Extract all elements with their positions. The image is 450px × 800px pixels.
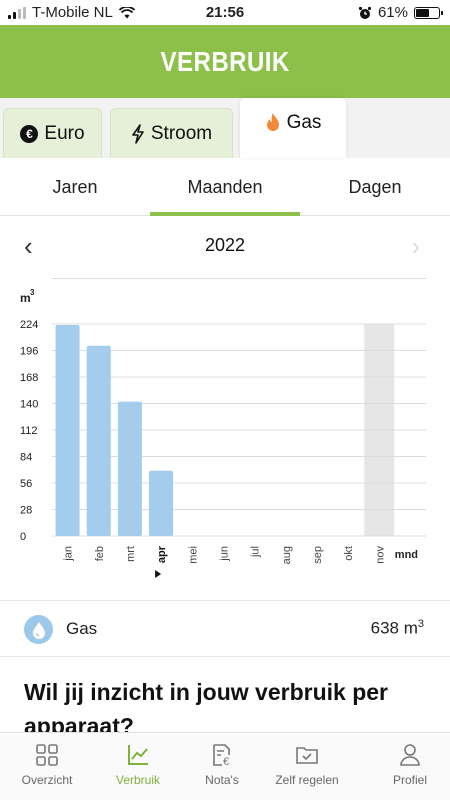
x-tick-label: nov [374, 546, 386, 564]
divider [52, 278, 426, 279]
summary-label: Gas [66, 619, 98, 638]
gas-usage-chart: 0 28 56 84 112 140 168 196 224 m 3 jan feb mrt apr mei j… [0, 280, 450, 580]
tab-jaren[interactable]: Jaren [0, 158, 150, 216]
y-tick-label: 84 [20, 452, 32, 464]
nav-overzicht[interactable]: Overzicht [2, 733, 92, 800]
euro-icon: € [20, 124, 39, 143]
svg-text:€: € [223, 756, 229, 767]
bar-apr[interactable] [149, 470, 174, 536]
summary-value: 638 m3 [370, 618, 424, 638]
x-tick-label: mrt [125, 546, 137, 562]
bar-chart: 0285684112140168196224m 3jan feb mrt apr mei j… [20, 288, 426, 578]
battery-icon [414, 6, 443, 19]
x-tick-label: mei [187, 546, 199, 564]
nav-zelf-regelen[interactable]: Zelf regelen [262, 733, 352, 800]
y-tick-label: 56 [20, 478, 32, 490]
x-axis-unit-label: mnd [395, 549, 418, 561]
tab-stroom-label: Stroom [150, 122, 213, 144]
tab-euro-label: Euro [44, 122, 85, 144]
x-tick-label: jun [218, 546, 230, 562]
water-drop-icon [24, 615, 53, 644]
year-navigation: ‹ 2022 › [0, 225, 450, 265]
active-tab-indicator [150, 212, 300, 216]
x-tick-label: okt [343, 546, 355, 561]
nav-overzicht-label: Overzicht [21, 773, 73, 787]
alarm-icon [358, 6, 372, 19]
bar-jan[interactable] [55, 324, 80, 536]
y-tick-label: 112 [20, 425, 38, 437]
invoice-icon: € [213, 744, 230, 767]
x-tick-label: jan [63, 546, 75, 562]
battery-percent: 61% [377, 4, 408, 21]
y-tick-label: 196 [20, 346, 38, 358]
tab-maanden[interactable]: Maanden [150, 158, 300, 216]
x-tick-label: jul [250, 546, 262, 558]
tab-dagen[interactable]: Dagen [300, 158, 450, 216]
tab-stroom[interactable]: Stroom [110, 108, 233, 158]
current-month-marker [155, 570, 162, 578]
y-tick-label: 224 [20, 319, 38, 331]
y-tick-label: 28 [20, 505, 32, 517]
person-icon [400, 744, 420, 766]
flame-icon [266, 113, 279, 131]
x-tick-label: sep [312, 546, 324, 564]
period-tabs: Jaren Maanden Dagen [0, 158, 450, 216]
x-tick-label: aug [281, 546, 293, 564]
page-title: VERBRUIK [160, 45, 290, 77]
status-bar: T-Mobile NL 21:56 61% [0, 0, 450, 25]
tab-gas[interactable]: Gas [240, 98, 346, 158]
status-right: 61% [358, 4, 443, 21]
y-tick-label: 0 [20, 531, 26, 543]
nav-profiel-label: Profiel [392, 773, 427, 787]
nav-notas-label: Nota's [205, 773, 239, 787]
nav-zelf-regelen-label: Zelf regelen [275, 773, 339, 787]
tab-gas-label: Gas [286, 112, 322, 133]
nav-profiel[interactable]: Profiel [365, 733, 450, 800]
bar-mrt[interactable] [117, 401, 142, 536]
bottom-navigation: Overzicht Verbruik € Nota's Zelf regelen… [0, 732, 450, 800]
x-tick-label: feb [94, 546, 106, 561]
tab-euro[interactable]: € Euro [3, 108, 102, 158]
chevron-right-icon[interactable]: › [411, 231, 420, 262]
nav-verbruik[interactable]: Verbruik [93, 733, 183, 800]
y-unit-superscript: 3 [30, 288, 35, 297]
y-tick-label: 140 [20, 399, 38, 411]
app-header: VERBRUIK [0, 25, 450, 98]
nav-verbruik-label: Verbruik [115, 773, 161, 787]
lightning-icon [132, 123, 144, 144]
chart-icon [128, 745, 148, 765]
x-tick-label: apr [156, 545, 168, 563]
grid-icon [36, 744, 58, 766]
energy-tabs: € Euro Stroom Gas [0, 98, 450, 158]
folder-check-icon [296, 747, 318, 764]
nav-notas[interactable]: € Nota's [177, 733, 267, 800]
bar-feb[interactable] [86, 345, 111, 536]
year-label: 2022 [204, 235, 246, 255]
y-tick-label: 168 [20, 372, 38, 384]
usage-summary-row[interactable]: Gas 638 m3 [0, 600, 450, 657]
